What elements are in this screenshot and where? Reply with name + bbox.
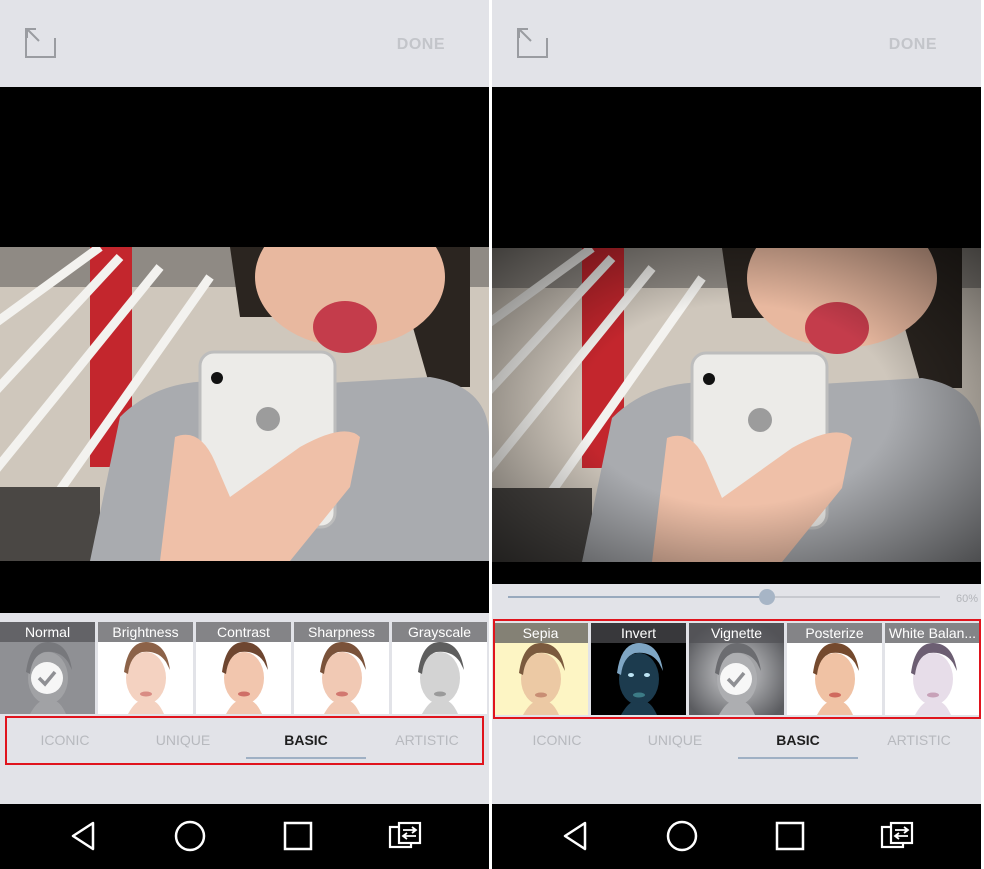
tab-iconic[interactable]: ICONIC <box>10 718 120 762</box>
active-tab-indicator <box>738 757 858 759</box>
filter-label: Invert <box>591 623 686 643</box>
recents-icon[interactable] <box>280 818 316 854</box>
tab-artistic[interactable]: ARTISTIC <box>372 718 482 762</box>
system-nav-bar <box>0 804 489 869</box>
switch-screen-icon[interactable] <box>387 818 423 854</box>
photo-image <box>0 247 489 561</box>
intensity-slider[interactable] <box>508 589 940 605</box>
filter-strip: Normal Brightness Contrast Sharpness Gra… <box>0 622 489 714</box>
filter-label: Contrast <box>196 622 291 642</box>
done-button[interactable]: DONE <box>397 36 445 54</box>
back-icon[interactable] <box>65 818 101 854</box>
filter-sepia[interactable]: Sepia <box>493 623 588 715</box>
slider-value: 60% <box>955 593 978 605</box>
tab-basic-label: BASIC <box>776 732 820 748</box>
filter-label: Sharpness <box>294 622 389 642</box>
filter-invert[interactable]: Invert <box>591 623 686 715</box>
screen-left: DONE Normal Brightness Contrast Sharpnes… <box>0 0 489 869</box>
system-nav-bar <box>492 804 981 869</box>
tab-unique[interactable]: UNIQUE <box>128 718 238 762</box>
filter-brightness[interactable]: Brightness <box>98 622 193 714</box>
tab-artistic[interactable]: ARTISTIC <box>864 718 974 762</box>
filter-label: White Balan... <box>885 623 980 643</box>
switch-screen-icon[interactable] <box>879 818 915 854</box>
tab-basic-label: BASIC <box>284 732 328 748</box>
filter-contrast[interactable]: Contrast <box>196 622 291 714</box>
image-canvas <box>492 87 981 584</box>
filter-label: Brightness <box>98 622 193 642</box>
filter-label: Sepia <box>493 623 588 643</box>
filter-label: Posterize <box>787 623 882 643</box>
image-canvas <box>0 87 489 613</box>
slider-fill <box>508 596 768 598</box>
tab-unique[interactable]: UNIQUE <box>620 718 730 762</box>
filter-grayscale[interactable]: Grayscale <box>392 622 487 714</box>
done-button[interactable]: DONE <box>889 36 937 54</box>
filter-label: Vignette <box>689 623 784 643</box>
tab-iconic[interactable]: ICONIC <box>502 718 612 762</box>
filter-posterize[interactable]: Posterize <box>787 623 882 715</box>
category-tabs: ICONIC UNIQUE BASIC ARTISTIC <box>502 718 972 762</box>
filter-normal[interactable]: Normal <box>0 622 95 714</box>
recents-icon[interactable] <box>772 818 808 854</box>
vignette-effect <box>492 248 981 562</box>
expand-icon[interactable] <box>514 24 550 60</box>
home-icon[interactable] <box>664 818 700 854</box>
tab-basic[interactable]: BASIC <box>738 718 858 762</box>
checkmark-icon <box>31 662 63 694</box>
active-tab-indicator <box>246 757 366 759</box>
filter-label: Normal <box>0 622 95 642</box>
edited-photo <box>492 248 981 562</box>
tab-basic[interactable]: BASIC <box>246 718 366 762</box>
filter-label: Grayscale <box>392 622 487 642</box>
category-tabs: ICONIC UNIQUE BASIC ARTISTIC <box>10 718 480 762</box>
slider-thumb[interactable] <box>759 589 776 605</box>
filter-vignette[interactable]: Vignette <box>689 623 784 715</box>
filter-strip: Sepia Invert Vignette Posterize White Ba… <box>493 623 981 715</box>
checkmark-icon <box>720 663 752 695</box>
edited-photo <box>0 247 489 561</box>
expand-icon[interactable] <box>22 24 58 60</box>
screen-right: DONE 60% Sepia Invert Vignette Posterize… <box>492 0 981 869</box>
filter-sharpness[interactable]: Sharpness <box>294 622 389 714</box>
filter-white-balance[interactable]: White Balan... <box>885 623 980 715</box>
back-icon[interactable] <box>557 818 593 854</box>
home-icon[interactable] <box>172 818 208 854</box>
